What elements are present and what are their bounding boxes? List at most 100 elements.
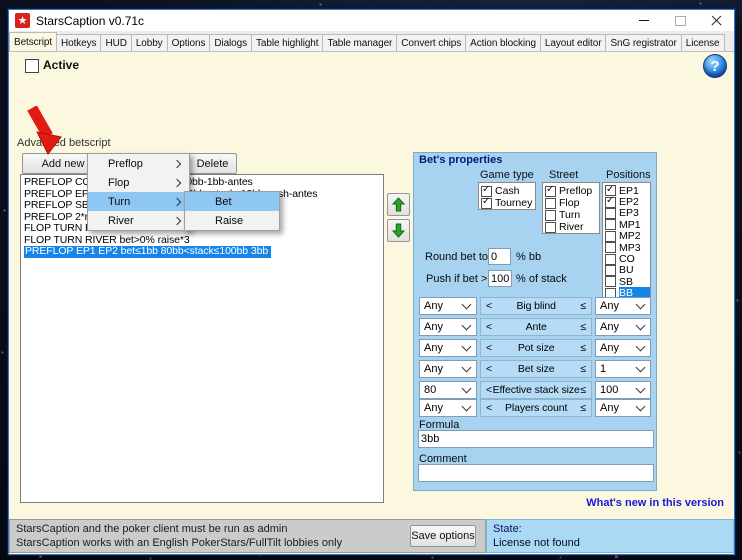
chevron-down-icon xyxy=(462,299,472,309)
tab-table-manager[interactable]: Table manager xyxy=(322,34,397,51)
maximize-button[interactable] xyxy=(662,10,698,31)
pot-size-min-dropdown[interactable]: Any xyxy=(419,339,477,357)
chevron-down-icon xyxy=(636,362,646,372)
street-list: Preflop Flop Turn River xyxy=(542,182,600,234)
positions-list: EP1 EP2 EP3 MP1 MP2 MP3 CO BU SB BB xyxy=(602,182,651,299)
chevron-down-icon xyxy=(636,341,646,351)
ante-max-dropdown[interactable]: Any xyxy=(595,318,651,336)
state-label: State: xyxy=(493,523,727,537)
big-blind-max-dropdown[interactable]: Any xyxy=(595,297,651,315)
submenu-arrow-icon xyxy=(173,159,181,167)
comment-input[interactable] xyxy=(418,464,654,482)
tab-layout-editor[interactable]: Layout editor xyxy=(540,34,607,51)
effective-stack-range-label: <Effective stack size≤ xyxy=(480,381,592,399)
sb-checkbox xyxy=(605,276,616,287)
active-checkbox[interactable] xyxy=(25,59,39,73)
push-if-suffix: % of stack xyxy=(516,273,567,285)
desktop: ★ StarsCaption v0.71c Betscript Hotkeys … xyxy=(0,0,742,560)
bet-size-max-dropdown[interactable]: 1 xyxy=(595,360,651,378)
close-icon xyxy=(710,14,723,27)
round-bet-input[interactable] xyxy=(488,248,511,265)
menu-item-flop[interactable]: Flop xyxy=(88,173,189,192)
minimize-button[interactable] xyxy=(626,10,662,31)
tab-hotkeys[interactable]: Hotkeys xyxy=(56,34,101,51)
cash-checkbox xyxy=(481,186,492,197)
ante-range-label: <Ante≤ xyxy=(480,318,592,336)
turn-checkbox xyxy=(545,210,556,221)
tab-dialogs[interactable]: Dialogs xyxy=(209,34,252,51)
menu-item-preflop[interactable]: Preflop xyxy=(88,154,189,173)
bu-checkbox xyxy=(605,265,616,276)
submenu-item-bet[interactable]: Bet xyxy=(185,192,279,211)
checkbox-tourney[interactable]: Tourney xyxy=(481,197,535,209)
chevron-down-icon xyxy=(462,401,472,411)
checkbox-co[interactable]: CO xyxy=(605,253,650,264)
move-down-button[interactable] xyxy=(387,219,410,242)
push-if-label: Push if bet > xyxy=(426,273,487,285)
big-blind-min-dropdown[interactable]: Any xyxy=(419,297,477,315)
positions-label: Positions xyxy=(606,169,651,181)
delete-button[interactable]: Delete xyxy=(188,153,237,174)
menu-item-river[interactable]: River xyxy=(88,211,189,230)
chevron-down-icon xyxy=(462,320,472,330)
tab-license[interactable]: License xyxy=(681,34,725,51)
checkbox-mp2[interactable]: MP2 xyxy=(605,231,650,242)
up-arrow-icon xyxy=(392,197,405,212)
pot-size-max-dropdown[interactable]: Any xyxy=(595,339,651,357)
checkbox-preflop[interactable]: Preflop xyxy=(545,185,599,197)
chevron-down-icon xyxy=(636,401,646,411)
players-count-min-dropdown[interactable]: Any xyxy=(419,399,477,417)
window-title: StarsCaption v0.71c xyxy=(36,14,144,28)
chevron-down-icon xyxy=(462,383,472,393)
checkbox-flop[interactable]: Flop xyxy=(545,197,599,209)
checkbox-bu[interactable]: BU xyxy=(605,265,650,276)
tab-action-blocking[interactable]: Action blocking xyxy=(465,34,541,51)
tab-table-highlight[interactable]: Table highlight xyxy=(251,34,323,51)
menu-item-turn[interactable]: Turn xyxy=(88,192,189,211)
checkbox-ep3[interactable]: EP3 xyxy=(605,208,650,219)
tab-options[interactable]: Options xyxy=(167,34,211,51)
players-count-max-dropdown[interactable]: Any xyxy=(595,399,651,417)
whats-new-link[interactable]: What's new in this version xyxy=(586,497,724,509)
ante-min-dropdown[interactable]: Any xyxy=(419,318,477,336)
help-icon[interactable]: ? xyxy=(703,54,727,78)
bet-size-min-dropdown[interactable]: Any xyxy=(419,360,477,378)
close-button[interactable] xyxy=(698,10,734,31)
title-bar: ★ StarsCaption v0.71c xyxy=(9,10,734,31)
submenu-item-raise[interactable]: Raise xyxy=(185,211,279,230)
checkbox-ep2[interactable]: EP2 xyxy=(605,196,650,207)
list-item[interactable]: PREFLOP CO BU bet≤1bb stack>10bb-1bb-ant… xyxy=(24,177,383,189)
checkbox-turn[interactable]: Turn xyxy=(545,209,599,221)
state-panel: State: License not found xyxy=(486,519,734,553)
push-if-input[interactable] xyxy=(488,270,512,287)
checkbox-sb[interactable]: SB xyxy=(605,276,650,287)
checkbox-mp1[interactable]: MP1 xyxy=(605,219,650,230)
desktop-stars xyxy=(0,0,1,1)
ep3-checkbox xyxy=(605,208,616,219)
annotation-arrow xyxy=(23,106,69,158)
tab-convert-chips[interactable]: Convert chips xyxy=(396,34,466,51)
tab-lobby[interactable]: Lobby xyxy=(131,34,168,51)
tab-betscript[interactable]: Betscript xyxy=(9,32,57,51)
mp2-checkbox xyxy=(605,231,616,242)
tab-sng-registrator[interactable]: SnG registrator xyxy=(605,34,681,51)
tourney-checkbox xyxy=(481,198,492,209)
checkbox-mp3[interactable]: MP3 xyxy=(605,242,650,253)
move-up-button[interactable] xyxy=(387,193,410,216)
chevron-down-icon xyxy=(636,299,646,309)
effective-stack-min-dropdown[interactable]: 80 xyxy=(419,381,477,399)
formula-input[interactable] xyxy=(418,430,654,448)
big-blind-range-label: <Big blind≤ xyxy=(480,297,592,315)
state-value: License not found xyxy=(493,537,727,551)
effective-stack-max-dropdown[interactable]: 100 xyxy=(595,381,651,399)
tab-hud[interactable]: HUD xyxy=(100,34,131,51)
down-arrow-icon xyxy=(392,223,405,238)
starscaption-window: ★ StarsCaption v0.71c Betscript Hotkeys … xyxy=(8,9,735,555)
checkbox-river[interactable]: River xyxy=(545,221,599,233)
save-options-button[interactable]: Save options xyxy=(410,525,476,547)
submenu-arrow-icon xyxy=(173,178,181,186)
list-item-selected[interactable]: PREFLOP EP1 EP2 bet≤1bb 80bb<stack≤100bb… xyxy=(24,246,383,258)
flop-checkbox xyxy=(545,198,556,209)
tab-bar: Betscript Hotkeys HUD Lobby Options Dial… xyxy=(9,31,734,52)
mp1-checkbox xyxy=(605,219,616,230)
